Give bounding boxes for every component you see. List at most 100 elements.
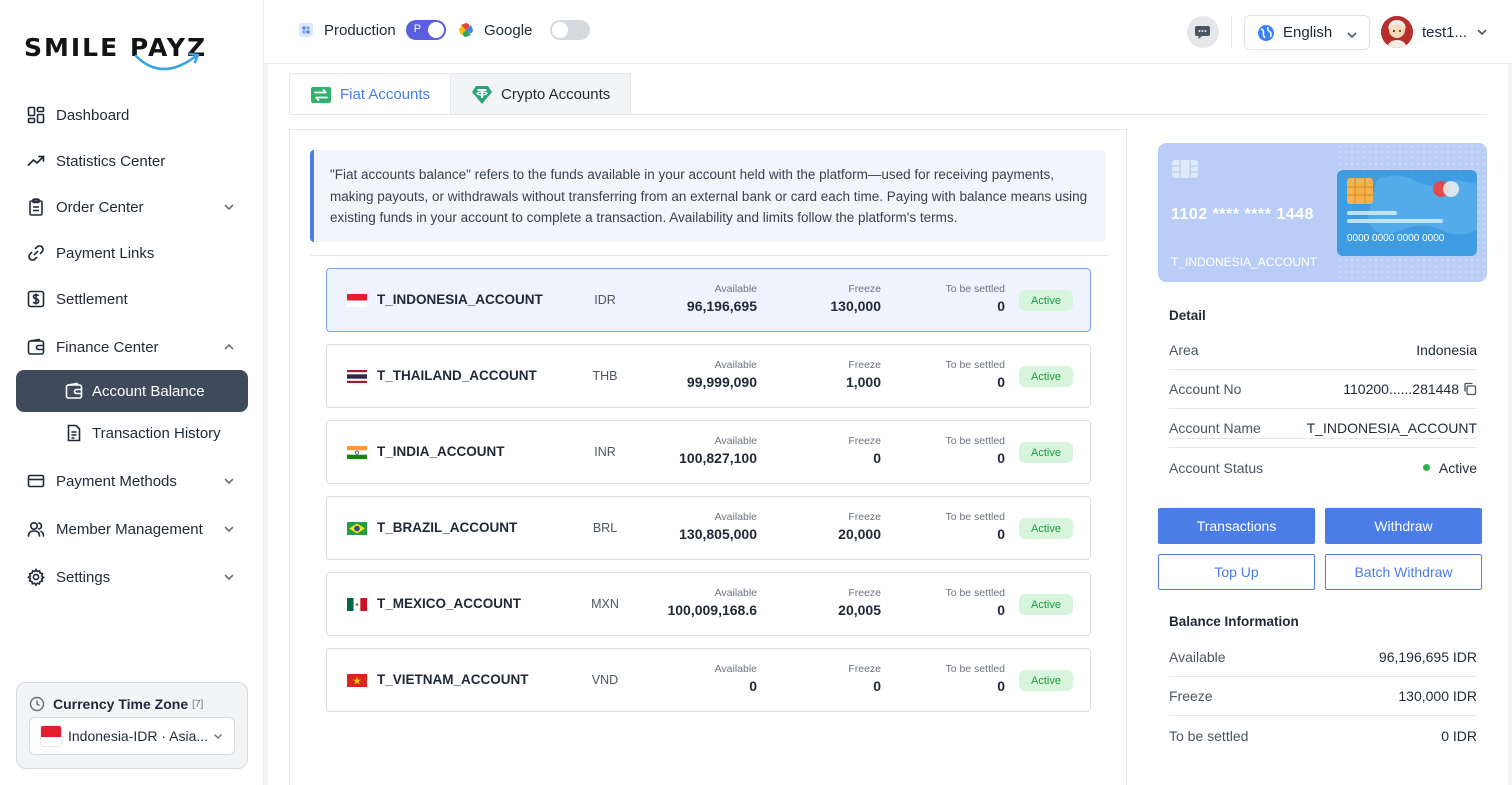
copy-icon[interactable] — [1463, 382, 1477, 396]
chevron-down-icon — [224, 574, 234, 581]
sidebar-item-label: Payment Links — [56, 244, 155, 262]
status-badge: Active — [1019, 670, 1073, 691]
sidebar-item-payment-links[interactable]: Payment Links — [16, 230, 248, 276]
transactions-button[interactable]: Transactions — [1158, 508, 1315, 544]
status-badge: Active — [1019, 442, 1073, 463]
account-card: 1102 **** **** 1448 T_INDONESIA_ACCOUNT … — [1158, 143, 1487, 282]
clock-icon — [29, 696, 45, 712]
credit-card-icon — [26, 471, 46, 491]
to-be-settled-value: 0 — [997, 678, 1005, 694]
status-dot — [1422, 464, 1430, 471]
account-row-thailand[interactable]: T_THAILAND_ACCOUNT THB Available 99,999,0… — [326, 344, 1091, 408]
google-toggle[interactable] — [550, 20, 591, 40]
detail-title: Detail — [1169, 308, 1206, 323]
dollar-square-icon — [26, 289, 46, 309]
tabs-divider — [289, 114, 1487, 115]
freeze-column: Freeze 20,000 — [781, 511, 881, 542]
sidebar-item-transaction-history[interactable]: Transaction History — [16, 412, 248, 454]
trend-up-icon — [26, 151, 46, 171]
account-row-mexico[interactable]: T_MEXICO_ACCOUNT MXN Available 100,009,16… — [326, 572, 1091, 636]
main-content: Fiat Accounts Crypto Accounts "Fiat acco… — [268, 64, 1508, 785]
freeze-value: 20,000 — [838, 526, 881, 542]
available-column: Available 96,196,695 — [637, 283, 757, 314]
google-pinwheel-icon — [459, 23, 473, 37]
clipboard-icon — [26, 197, 46, 217]
notice-divider — [310, 255, 1108, 256]
to-be-settled-value: 0 — [997, 602, 1005, 618]
account-row-india[interactable]: T_INDIA_ACCOUNT INR Available 100,827,100… — [326, 420, 1091, 484]
to-be-settled-value: 0 — [997, 450, 1005, 466]
account-name: T_MEXICO_ACCOUNT — [377, 596, 522, 611]
sidebar-item-label: Account Balance — [92, 382, 205, 400]
vietnam-flag-icon — [347, 674, 367, 687]
available-column: Available 100,827,100 — [637, 435, 757, 466]
to-be-settled-value: 0 — [997, 374, 1005, 390]
account-list: T_INDONESIA_ACCOUNT IDR Available 96,196,… — [326, 268, 1091, 724]
account-detail-panel: 1102 **** **** 1448 T_INDONESIA_ACCOUNT … — [1143, 129, 1508, 785]
account-row-vietnam[interactable]: T_VIETNAM_ACCOUNT VND Available 0 Freeze 0… — [326, 648, 1091, 712]
to-be-settled-column: To be settled 0 — [905, 359, 1005, 390]
mini-card-illustration: 0000 0000 0000 0000 — [1337, 170, 1477, 256]
tether-icon — [472, 85, 493, 104]
sidebar-item-settlement[interactable]: Settlement — [16, 276, 248, 322]
tab-crypto-accounts[interactable]: Crypto Accounts — [451, 73, 632, 115]
indonesia-flag-icon — [40, 725, 62, 747]
production-toggle[interactable]: P — [405, 20, 446, 40]
sidebar-nav: Dashboard Statistics Center Order Center… — [16, 92, 248, 600]
sidebar-item-payment-methods[interactable]: Payment Methods — [16, 458, 248, 504]
sidebar-item-member-management[interactable]: Member Management — [16, 506, 248, 552]
sidebar-item-label: Settings — [56, 568, 111, 586]
account-name: T_INDONESIA_ACCOUNT — [377, 292, 543, 307]
detail-row-account-no: Account No 110200......281448 — [1169, 370, 1477, 409]
sidebar-item-dashboard[interactable]: Dashboard — [16, 92, 248, 138]
account-name: T_INDIA_ACCOUNT — [377, 444, 505, 459]
top-up-button[interactable]: Top Up — [1158, 554, 1315, 590]
account-currency: INR — [594, 445, 616, 459]
mexico-flag-icon — [347, 598, 367, 611]
environment-label: Production — [324, 21, 396, 39]
freeze-column: Freeze 20,005 — [781, 587, 881, 618]
brazil-flag-icon — [347, 522, 367, 535]
freeze-column: Freeze 1,000 — [781, 359, 881, 390]
account-row-indonesia[interactable]: T_INDONESIA_ACCOUNT IDR Available 96,196,… — [326, 268, 1091, 332]
language-select[interactable]: English — [1244, 15, 1370, 50]
freeze-value: 0 — [873, 450, 881, 466]
tab-fiat-accounts[interactable]: Fiat Accounts — [289, 73, 452, 115]
brand-logo[interactable]: SMILE PAYZ — [24, 30, 205, 76]
available-column: Available 130,805,000 — [637, 511, 757, 542]
sidebar-item-label: Finance Center — [56, 338, 159, 356]
card-number: 1102 **** **** 1448 — [1171, 206, 1314, 223]
timezone-select[interactable]: Indonesia-IDR · Asia... — [29, 717, 235, 755]
freeze-value: 130,000 — [830, 298, 881, 314]
user-menu[interactable]: test1... — [1381, 16, 1489, 48]
status-badge: Active — [1019, 366, 1073, 387]
sidebar-item-label: Member Management — [56, 520, 203, 538]
available-column: Available 0 — [637, 663, 757, 694]
account-currency: IDR — [594, 293, 616, 307]
chat-button[interactable] — [1187, 16, 1219, 48]
sidebar-item-account-balance[interactable]: Account Balance — [16, 370, 248, 412]
logo-swoosh-icon — [134, 52, 200, 71]
account-row-brazil[interactable]: T_BRAZIL_ACCOUNT BRL Available 130,805,00… — [326, 496, 1091, 560]
google-label: Google — [484, 21, 533, 39]
chevron-up-icon — [224, 343, 234, 350]
chevron-down-icon — [1477, 29, 1487, 36]
link-icon — [26, 243, 46, 263]
sidebar-item-statistics[interactable]: Statistics Center — [16, 138, 248, 184]
status-badge: Active — [1019, 594, 1073, 615]
sidebar-item-finance-center[interactable]: Finance Center — [16, 324, 248, 370]
gear-icon — [26, 567, 46, 587]
available-value: 96,196,695 — [686, 298, 757, 314]
available-value: 100,827,100 — [679, 450, 757, 466]
available-column: Available 100,009,168.6 — [637, 587, 757, 618]
withdraw-button[interactable]: Withdraw — [1325, 508, 1482, 544]
available-value: 130,805,000 — [679, 526, 757, 542]
sidebar-item-order-center[interactable]: Order Center — [16, 184, 248, 230]
chevron-down-icon — [214, 734, 222, 739]
batch-withdraw-button[interactable]: Batch Withdraw — [1325, 554, 1482, 590]
sidebar-item-label: Statistics Center — [56, 152, 166, 170]
sidebar-item-settings[interactable]: Settings — [16, 554, 248, 600]
exchange-icon — [311, 86, 331, 103]
detail-row-account-status: Account Status Active — [1169, 459, 1477, 476]
india-flag-icon — [347, 446, 367, 459]
